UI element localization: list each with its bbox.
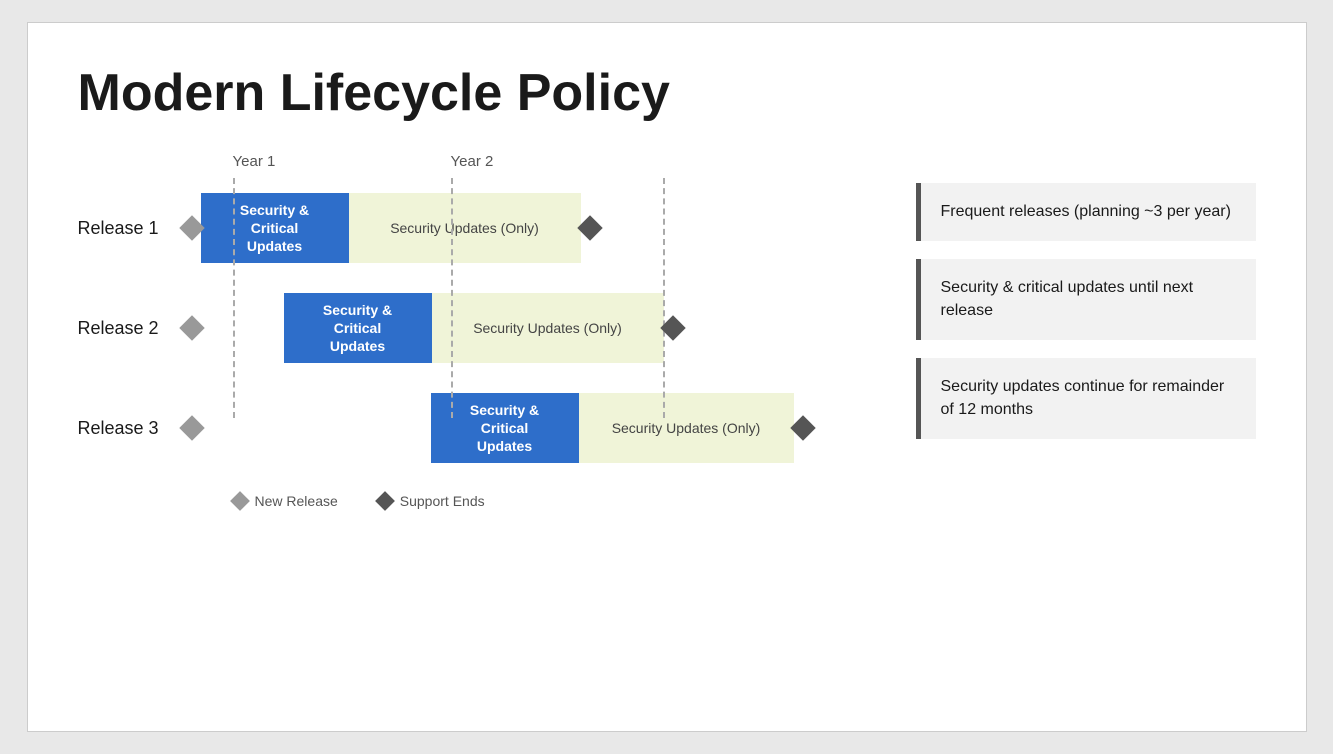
year-labels: Year 1 Year 2	[233, 153, 886, 170]
release-3-label: Release 3	[78, 418, 183, 439]
bar-container-r1: Security & Critical Updates Security Upd…	[201, 193, 886, 263]
diamond-r3-end	[790, 415, 815, 440]
legend-new-release-label: New Release	[255, 493, 338, 509]
info-box-2: Security & critical updates until next r…	[916, 259, 1256, 340]
yellow-bar-r2: Security Updates (Only)	[432, 293, 664, 363]
dashed-line-year2	[663, 178, 665, 418]
slide: Modern Lifecycle Policy Year 1 Year 2 Re…	[27, 22, 1307, 732]
blue-bar-r3: Security & Critical Updates	[431, 393, 579, 463]
legend-support-ends: Support Ends	[378, 493, 485, 509]
year-label-2: Year 2	[451, 153, 731, 170]
legend: New Release Support Ends	[233, 493, 886, 509]
bar-container-r2: Security & Critical Updates Security Upd…	[201, 293, 886, 363]
dashed-line-mid	[451, 178, 453, 418]
legend-new-release: New Release	[233, 493, 338, 509]
release-1-label: Release 1	[78, 218, 183, 239]
timeline-rows: Release 1 Security & Critical Updates Se…	[78, 178, 886, 478]
release-row-1: Release 1 Security & Critical Updates Se…	[78, 178, 886, 278]
release-row-2: Release 2 Security & Critical Updates Se…	[78, 278, 886, 378]
page-title: Modern Lifecycle Policy	[78, 63, 1256, 123]
dashed-line-year1	[233, 178, 235, 418]
right-section: Frequent releases (planning ~3 per year)…	[916, 183, 1256, 509]
release-row-3: Release 3 Security & Critical Updates Se…	[78, 378, 886, 478]
legend-support-ends-label: Support Ends	[400, 493, 485, 509]
diagram-area: Year 1 Year 2 Release 1 Security & Criti…	[78, 153, 1256, 509]
info-box-3: Security updates continue for remainder …	[916, 358, 1256, 439]
yellow-bar-r3: Security Updates (Only)	[579, 393, 794, 463]
blue-bar-r1: Security & Critical Updates	[201, 193, 349, 263]
yellow-bar-r1: Security Updates (Only)	[349, 193, 581, 263]
blue-bar-r2: Security & Critical Updates	[284, 293, 432, 363]
legend-diamond-end	[375, 491, 395, 511]
info-box-1: Frequent releases (planning ~3 per year)	[916, 183, 1256, 241]
left-section: Year 1 Year 2 Release 1 Security & Criti…	[78, 153, 886, 509]
year-label-1: Year 1	[233, 153, 451, 170]
release-2-label: Release 2	[78, 318, 183, 339]
diamond-r1-end	[577, 215, 602, 240]
legend-diamond-new	[230, 491, 250, 511]
bar-container-r3: Security & Critical Updates Security Upd…	[201, 393, 886, 463]
